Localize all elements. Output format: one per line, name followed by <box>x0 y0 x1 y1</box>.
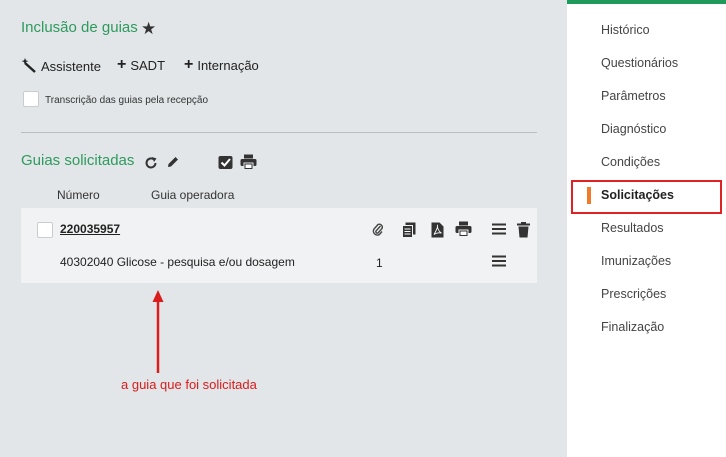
sidebar-nav: Histórico Questionários Parâmetros Diagn… <box>567 0 726 457</box>
guias-title: Guias solicitadas <box>21 152 135 169</box>
procedure-text: 40302040 Glicose - pesquisa e/ou dosagem <box>60 255 295 269</box>
col-header-operadora: Guia operadora <box>151 188 235 202</box>
sadt-label: SADT <box>130 57 166 73</box>
sidebar-item-questionarios[interactable]: Questionários <box>601 56 678 70</box>
sidebar-item-imunizacoes[interactable]: Imunizações <box>601 254 671 268</box>
page-title: Inclusão de guias <box>21 19 138 36</box>
procedure-quantity: 1 <box>376 256 383 270</box>
paperclip-icon[interactable] <box>371 221 385 237</box>
print-icon[interactable] <box>454 220 472 237</box>
sidebar-item-condicoes[interactable]: Condições <box>601 155 660 169</box>
annotation-arrow-icon <box>152 290 164 373</box>
sidebar-item-historico[interactable]: Histórico <box>601 23 650 37</box>
plus-icon: + <box>184 56 194 73</box>
active-item-marker <box>587 187 591 204</box>
sidebar-item-resultados[interactable]: Resultados <box>601 221 664 235</box>
annotation-text: a guia que foi solicitada <box>121 377 257 392</box>
check-square-icon[interactable] <box>217 154 234 170</box>
assistente-button[interactable]: Assistente <box>21 57 101 76</box>
print-icon[interactable] <box>239 153 257 170</box>
magic-wand-icon <box>21 57 37 76</box>
divider <box>21 132 537 133</box>
copy-icon[interactable] <box>401 221 417 238</box>
guide-checkbox[interactable] <box>37 222 53 238</box>
menu-icon[interactable] <box>491 254 506 268</box>
transcricao-label: Transcrição das guias pela recepção <box>45 95 209 106</box>
sidebar-item-prescricoes[interactable]: Prescrições <box>601 287 666 301</box>
sidebar-item-diagnostico[interactable]: Diagnóstico <box>601 122 666 136</box>
sidebar-item-finalizacao[interactable]: Finalização <box>601 320 664 334</box>
transcricao-checkbox[interactable] <box>23 91 39 107</box>
assistente-label: Assistente <box>41 59 101 74</box>
sidebar-item-solicitacoes[interactable]: Solicitações <box>601 188 674 202</box>
internacao-label: Internação <box>197 57 259 73</box>
sidebar-item-parametros[interactable]: Parâmetros <box>601 89 666 103</box>
pdf-icon[interactable] <box>430 221 445 238</box>
trash-icon[interactable] <box>516 221 530 238</box>
col-header-numero: Número <box>57 188 100 202</box>
plus-icon: + <box>117 56 127 73</box>
refresh-icon[interactable] <box>143 155 159 171</box>
internacao-button[interactable]: + Internação <box>184 57 259 73</box>
sadt-button[interactable]: + SADT <box>117 57 165 73</box>
main-panel: Inclusão de guias ★ Assistente + SADT + … <box>0 0 567 457</box>
pencil-icon[interactable] <box>165 154 181 170</box>
menu-icon[interactable] <box>491 222 506 236</box>
guide-number-link[interactable]: 220035957 <box>60 222 120 236</box>
star-icon[interactable]: ★ <box>141 19 156 39</box>
